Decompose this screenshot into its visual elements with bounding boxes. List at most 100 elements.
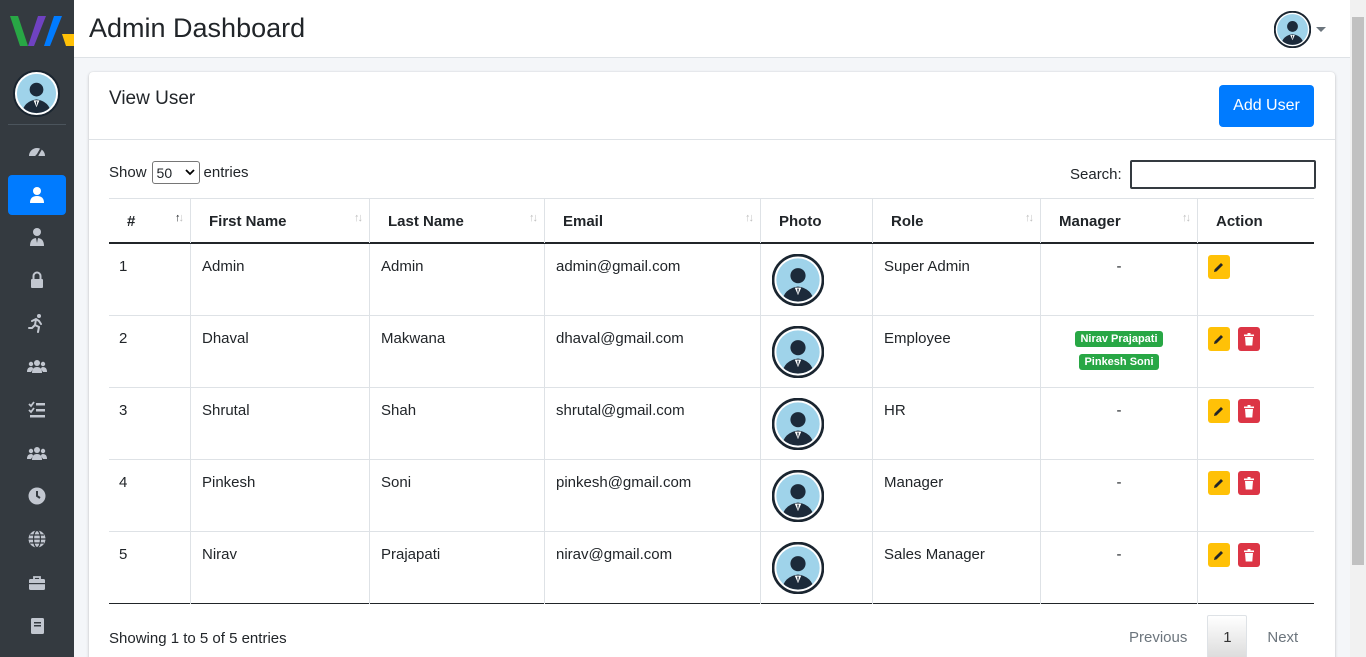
- cell-first: Dhaval: [191, 316, 370, 388]
- table-row: 5 Nirav Prajapati nirav@gmail.com Sales Man…: [109, 532, 1314, 604]
- sidebar-avatar[interactable]: [13, 70, 60, 117]
- sort-icon: ↑↓: [354, 212, 363, 224]
- entries-select[interactable]: 50: [151, 161, 200, 184]
- cell-manager: -: [1041, 244, 1198, 316]
- cell-photo: [761, 388, 873, 460]
- card-header: View User Add User: [89, 72, 1335, 140]
- user-icon: [30, 187, 44, 203]
- page-scrollbar[interactable]: [1350, 0, 1366, 657]
- cell-num: 4: [109, 460, 191, 532]
- cell-actions: [1198, 244, 1314, 316]
- team-icon: [27, 447, 47, 460]
- cell-last: Admin: [370, 244, 545, 316]
- edit-button[interactable]: [1208, 327, 1230, 351]
- view-user-card: View User Add User Show 50 entries Searc…: [89, 72, 1335, 657]
- cell-email: pinkesh@gmail.com: [545, 460, 761, 532]
- nav-docs[interactable]: [8, 606, 66, 646]
- nav-user-roles[interactable]: [8, 217, 66, 257]
- table-info: Showing 1 to 5 of 5 entries: [109, 630, 287, 647]
- column-header-1[interactable]: First Name ↑↓: [191, 199, 370, 243]
- cell-num: 3: [109, 388, 191, 460]
- page-title: Admin Dashboard: [89, 13, 306, 43]
- dashboard-gauge-icon: [29, 148, 45, 158]
- nav-groups[interactable]: [8, 346, 66, 386]
- delete-button[interactable]: [1238, 471, 1260, 495]
- cell-manager: -: [1041, 460, 1198, 532]
- edit-button[interactable]: [1208, 255, 1230, 279]
- edit-button[interactable]: [1208, 399, 1230, 423]
- column-header-label: Role: [891, 212, 924, 230]
- cell-actions: [1198, 388, 1314, 460]
- edit-button[interactable]: [1208, 543, 1230, 567]
- cell-last: Shah: [370, 388, 545, 460]
- column-header-3[interactable]: Email ↑↓: [545, 199, 761, 243]
- cell-first: Shrutal: [191, 388, 370, 460]
- sort-icon: ↑↓: [745, 212, 754, 224]
- cell-first: Nirav: [191, 532, 370, 604]
- scrollbar-thumb[interactable]: [1352, 17, 1364, 565]
- running-person-icon: [28, 314, 42, 333]
- nav-teams[interactable]: [8, 433, 66, 473]
- nav-global[interactable]: [8, 519, 66, 559]
- delete-button[interactable]: [1238, 399, 1260, 423]
- manager-value: -: [1116, 258, 1122, 275]
- nav-users[interactable]: [8, 175, 66, 215]
- cell-email: shrutal@gmail.com: [545, 388, 761, 460]
- table-row: 4 Pinkesh Soni pinkesh@gmail.com Manager -: [109, 460, 1314, 532]
- previous-page-button[interactable]: Previous: [1114, 629, 1207, 646]
- nav-activities[interactable]: [8, 303, 66, 343]
- sort-icon: ↑↓: [1025, 212, 1034, 224]
- add-user-button[interactable]: Add User: [1219, 85, 1314, 127]
- book-icon: [31, 618, 44, 634]
- pencil-icon: [1214, 263, 1223, 272]
- nav-projects[interactable]: [8, 563, 66, 603]
- pencil-icon: [1214, 407, 1223, 416]
- pencil-icon: [1214, 335, 1223, 344]
- cell-first: Admin: [191, 244, 370, 316]
- column-header-6[interactable]: Manager ↑↓: [1041, 199, 1198, 243]
- globe-icon: [28, 529, 46, 549]
- cell-role: Sales Manager: [873, 532, 1041, 604]
- column-header-label: Action: [1216, 212, 1263, 230]
- cell-actions: [1198, 532, 1314, 604]
- column-header-2[interactable]: Last Name ↑↓: [370, 199, 545, 243]
- user-avatar-menu[interactable]: [1273, 10, 1312, 49]
- column-header-label: Email: [563, 212, 604, 230]
- manager-value: -: [1116, 474, 1122, 491]
- trash-icon: [1244, 548, 1254, 561]
- pencil-icon: [1214, 479, 1223, 488]
- chevron-down-icon[interactable]: [1316, 27, 1326, 32]
- nav-permissions[interactable]: [8, 260, 66, 300]
- cell-manager: Nirav Prajapati Pinkesh Soni: [1041, 316, 1198, 388]
- user-photo: [771, 469, 825, 523]
- column-header-5[interactable]: Role ↑↓: [873, 199, 1041, 243]
- nav-attendance[interactable]: [8, 476, 66, 516]
- nav-tasks[interactable]: [8, 390, 66, 430]
- cell-num: 1: [109, 244, 191, 316]
- brand-logo[interactable]: [0, 0, 74, 62]
- cell-role: HR: [873, 388, 1041, 460]
- page-1-button[interactable]: 1: [1207, 615, 1248, 657]
- cell-manager: -: [1041, 388, 1198, 460]
- search-input[interactable]: [1129, 160, 1316, 189]
- sidebar: [0, 0, 74, 657]
- next-page-button[interactable]: Next: [1247, 629, 1298, 646]
- cell-photo: [761, 532, 873, 604]
- top-header: Admin Dashboard: [74, 0, 1350, 58]
- cell-last: Makwana: [370, 316, 545, 388]
- delete-button[interactable]: [1238, 543, 1260, 567]
- table-row: 3 Shrutal Shah shrutal@gmail.com HR -: [109, 388, 1314, 460]
- column-header-label: #: [127, 212, 136, 230]
- show-label: Show: [109, 164, 147, 181]
- column-header-0[interactable]: # ↑↓: [109, 199, 191, 243]
- trash-icon: [1244, 476, 1254, 489]
- users-group-icon: [27, 360, 47, 373]
- table-body: 1 Admin Admin admin@gmail.com Super Admin -2…: [109, 244, 1314, 604]
- cell-actions: [1198, 316, 1314, 388]
- nav-dashboard[interactable]: [8, 132, 66, 172]
- edit-button[interactable]: [1208, 471, 1230, 495]
- cell-actions: [1198, 460, 1314, 532]
- delete-button[interactable]: [1238, 327, 1260, 351]
- sort-icon: ↑↓: [529, 212, 538, 224]
- cell-photo: [761, 244, 873, 316]
